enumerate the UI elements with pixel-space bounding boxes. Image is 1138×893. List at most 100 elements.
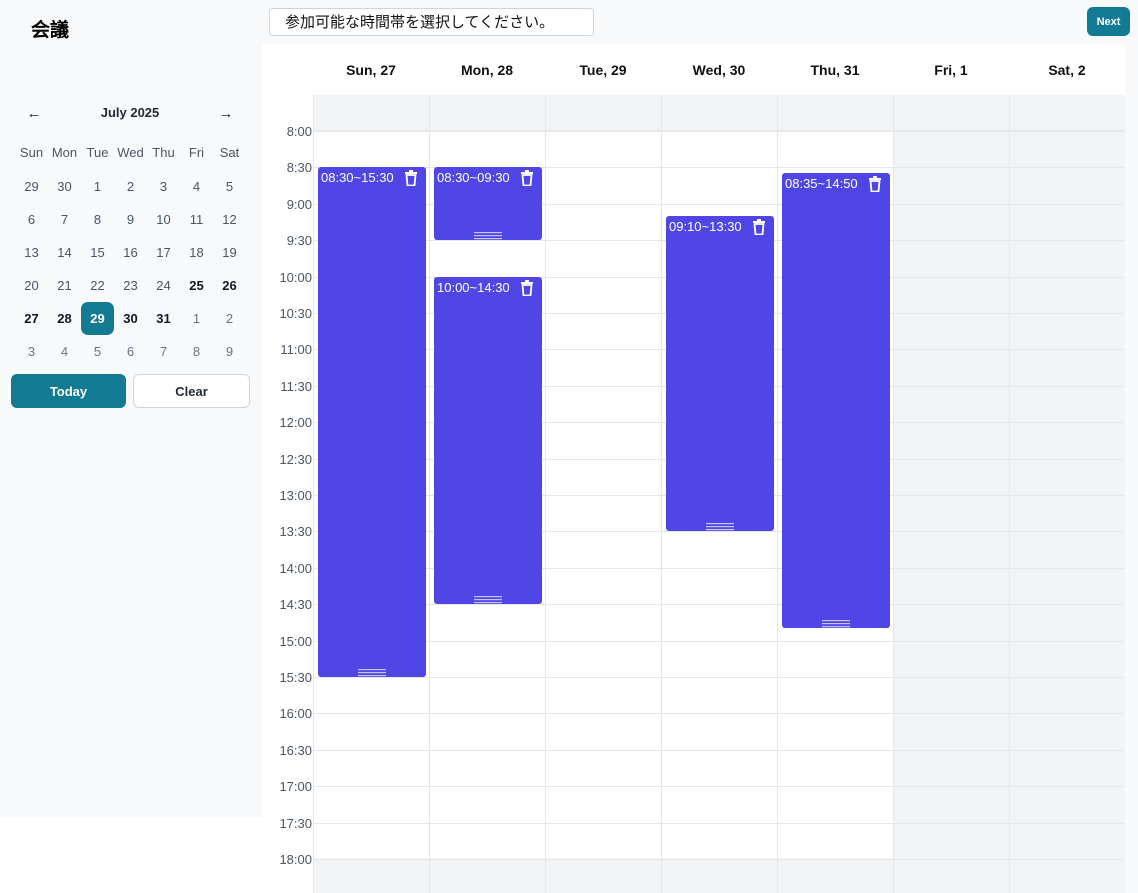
mini-calendar-grid: Sun Mon Tue Wed Thu Fri Sat 29 30 1 2 3 4 5 6 7 8 9 10 11 12… <box>15 137 247 368</box>
calendar-day[interactable]: 25 <box>180 269 213 302</box>
calendar-day[interactable]: 27 <box>15 302 48 335</box>
calendar-day[interactable]: 21 <box>48 269 81 302</box>
calendar-day[interactable]: 2 <box>114 170 147 203</box>
weekday-header: Tue <box>86 144 109 160</box>
time-label: 17:30 <box>279 815 312 831</box>
calendar-day[interactable]: 8 <box>81 203 114 236</box>
calendar-day[interactable]: 24 <box>147 269 180 302</box>
day-header: Wed, 30 <box>692 61 746 78</box>
day-header: Tue, 29 <box>579 61 627 78</box>
weekday-header: Sat <box>219 144 240 160</box>
availability-block[interactable]: 08:30~15:30 <box>318 167 426 677</box>
calendar-day[interactable]: 26 <box>213 269 246 302</box>
time-label: 13:30 <box>279 524 312 540</box>
calendar-day[interactable]: 7 <box>147 335 180 368</box>
week-view: 8:00 8:30 9:00 9:30 10:00 10:30 11:00 11:30 12:0… <box>262 44 1126 893</box>
event-time-range: 08:30~09:30 <box>437 170 510 186</box>
day-time-slots[interactable] <box>893 131 1009 859</box>
calendar-day[interactable]: 9 <box>114 203 147 236</box>
calendar-day[interactable]: 10 <box>147 203 180 236</box>
availability-block[interactable]: 08:35~14:50 <box>782 173 890 629</box>
resize-handle-icon[interactable] <box>706 518 734 531</box>
time-label: 15:00 <box>279 633 312 649</box>
calendar-day[interactable]: 11 <box>180 203 213 236</box>
resize-handle-icon[interactable] <box>474 227 502 240</box>
calendar-day[interactable]: 23 <box>114 269 147 302</box>
scrollbar-track[interactable] <box>1125 44 1138 893</box>
time-label: 13:00 <box>279 488 312 503</box>
calendar-day[interactable]: 29 <box>15 170 48 203</box>
trash-icon[interactable] <box>520 170 534 187</box>
calendar-day[interactable]: 18 <box>180 236 213 269</box>
time-label: 14:30 <box>279 597 312 613</box>
selected-date[interactable]: 29 <box>81 302 114 335</box>
day-header: Sun, 27 <box>346 61 396 78</box>
after-hours-band <box>313 858 1125 893</box>
availability-block[interactable]: 10:00~14:30 <box>434 276 542 605</box>
day-time-slots[interactable] <box>545 131 661 859</box>
time-label: 8:30 <box>286 160 312 176</box>
calendar-day[interactable]: 5 <box>81 335 114 368</box>
calendar-day[interactable]: 9 <box>213 335 246 368</box>
instruction-text: 参加可能な時間帯を選択してください。 <box>269 8 594 36</box>
arrow-right-icon[interactable]: → <box>213 100 239 126</box>
weekday-header: Wed <box>117 144 144 160</box>
calendar-day[interactable]: 28 <box>48 302 81 335</box>
calendar-day[interactable]: 6 <box>15 203 48 236</box>
calendar-day[interactable]: 19 <box>213 236 246 269</box>
calendar-day[interactable]: 7 <box>48 203 81 236</box>
calendar-day[interactable]: 31 <box>147 302 180 335</box>
event-time-range: 08:35~14:50 <box>785 176 858 192</box>
next-button[interactable]: Next <box>1087 7 1130 36</box>
app-title: 会議 <box>31 20 70 41</box>
day-header: Sat, 2 <box>1048 61 1086 78</box>
sidebar: 会議 ← July 2025 → Sun Mon Tue Wed Thu Fri Sat 29… <box>0 0 262 818</box>
mini-calendar-header: ← July 2025 → <box>13 100 247 126</box>
trash-icon[interactable] <box>520 279 534 296</box>
time-label: 18:00 <box>279 852 312 867</box>
calendar-day[interactable]: 30 <box>48 170 81 203</box>
weekday-header: Thu <box>152 144 175 160</box>
calendar-day[interactable]: 6 <box>114 335 147 368</box>
time-label: 10:30 <box>279 306 312 321</box>
weekday-header: Fri <box>188 144 205 160</box>
availability-block[interactable]: 08:30~09:30 <box>434 167 542 241</box>
trash-icon[interactable] <box>752 218 766 236</box>
weekday-header: Sun <box>19 144 44 160</box>
calendar-day[interactable]: 5 <box>213 170 246 203</box>
time-label: 11:00 <box>280 342 312 358</box>
calendar-day[interactable]: 3 <box>15 335 48 368</box>
calendar-day[interactable]: 15 <box>81 236 114 269</box>
resize-handle-icon[interactable] <box>822 615 850 628</box>
calendar-day[interactable]: 1 <box>180 302 213 335</box>
calendar-day[interactable]: 17 <box>147 236 180 269</box>
time-label: 12:00 <box>279 415 312 431</box>
calendar-day[interactable]: 30 <box>114 302 147 335</box>
calendar-day[interactable]: 4 <box>180 170 213 203</box>
calendar-day[interactable]: 1 <box>81 170 114 203</box>
time-label: 15:30 <box>279 670 312 685</box>
time-label: 9:00 <box>286 196 312 212</box>
resize-handle-icon[interactable] <box>474 591 502 604</box>
day-header: Fri, 1 <box>934 61 968 78</box>
trash-icon[interactable] <box>404 170 418 187</box>
calendar-day[interactable]: 3 <box>147 170 180 203</box>
calendar-day[interactable]: 2 <box>213 302 246 335</box>
trash-icon[interactable] <box>868 176 882 193</box>
clear-button[interactable]: Clear <box>133 374 250 408</box>
all-day-row <box>313 95 1125 131</box>
availability-block[interactable]: 09:10~13:30 <box>666 215 774 532</box>
calendar-day[interactable]: 13 <box>15 236 48 269</box>
calendar-day[interactable]: 12 <box>213 203 246 236</box>
calendar-day[interactable]: 14 <box>48 236 81 269</box>
calendar-day[interactable]: 20 <box>15 269 48 302</box>
day-time-slots[interactable] <box>1009 131 1125 859</box>
calendar-day[interactable]: 22 <box>81 269 114 302</box>
today-button[interactable]: Today <box>11 374 126 408</box>
time-label: 17:00 <box>279 779 312 795</box>
calendar-day[interactable]: 16 <box>114 236 147 269</box>
calendar-day[interactable]: 8 <box>180 335 213 368</box>
calendar-day[interactable]: 4 <box>48 335 81 368</box>
time-label: 14:00 <box>279 560 312 576</box>
resize-handle-icon[interactable] <box>358 664 386 677</box>
